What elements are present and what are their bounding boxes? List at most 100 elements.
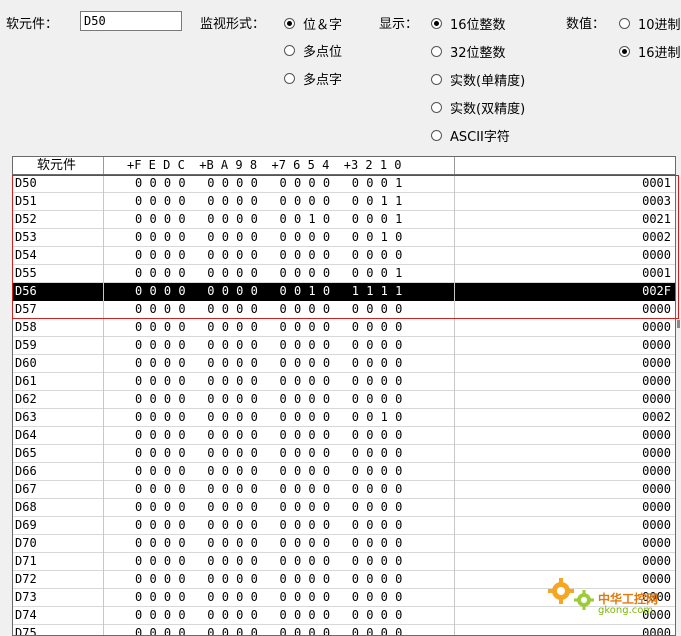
table-row[interactable]: D54 0 0 0 0 0 0 0 0 0 0 0 0 0 0 0 0 0000	[13, 247, 675, 265]
watermark-url: gkong.com	[598, 605, 654, 616]
cell-value: 0000	[642, 464, 671, 478]
cell-device-name: D56	[15, 284, 37, 298]
cell-bits: 0 0 0 0 0 0 0 0 0 0 0 0 0 0 0 0	[135, 248, 403, 262]
cell-device-name: D59	[15, 338, 37, 352]
table-row[interactable]: D67 0 0 0 0 0 0 0 0 0 0 0 0 0 0 0 0 0000	[13, 481, 675, 499]
device-monitor-table[interactable]: 软元件 +F E D C +B A 9 8 +7 6 5 4 +3 2 1 0 …	[12, 156, 676, 636]
gear-icon	[548, 578, 574, 604]
radio-circle[interactable]	[431, 130, 442, 141]
numeric-label: 数值：	[566, 17, 606, 32]
table-row[interactable]: D68 0 0 0 0 0 0 0 0 0 0 0 0 0 0 0 0 0000	[13, 499, 675, 517]
table-row[interactable]: D50 0 0 0 0 0 0 0 0 0 0 0 0 0 0 0 1 0001	[13, 175, 675, 193]
cell-device-name: D50	[15, 176, 37, 190]
cell-device-name: D52	[15, 212, 37, 226]
cell-bits: 0 0 0 0 0 0 0 0 0 0 1 0 0 0 0 1	[135, 212, 403, 226]
radio-numeric-decimal[interactable]: 10进制	[619, 14, 681, 33]
cell-bits: 0 0 0 0 0 0 0 0 0 0 0 0 0 0 0 1	[135, 266, 403, 280]
cell-value: 0003	[642, 194, 671, 208]
table-row[interactable]: D53 0 0 0 0 0 0 0 0 0 0 0 0 0 0 1 0 0002	[13, 229, 675, 247]
table-header: 软元件 +F E D C +B A 9 8 +7 6 5 4 +3 2 1 0	[13, 157, 675, 175]
cell-bits: 0 0 0 0 0 0 0 0 0 0 0 0 0 0 0 0	[135, 572, 403, 586]
cell-device-name: D53	[15, 230, 37, 244]
radio-circle[interactable]	[431, 46, 442, 57]
cell-value: 0000	[642, 536, 671, 550]
table-row[interactable]: D64 0 0 0 0 0 0 0 0 0 0 0 0 0 0 0 0 0000	[13, 427, 675, 445]
table-row[interactable]: D52 0 0 0 0 0 0 0 0 0 0 1 0 0 0 0 1 0021	[13, 211, 675, 229]
cell-device-name: D58	[15, 320, 37, 334]
cell-value: 0000	[642, 392, 671, 406]
scroll-marker	[677, 320, 680, 328]
cell-device-name: D57	[15, 302, 37, 316]
table-row[interactable]: D71 0 0 0 0 0 0 0 0 0 0 0 0 0 0 0 0 0000	[13, 553, 675, 571]
radio-label: 10进制	[638, 18, 681, 33]
header-bits: +F E D C +B A 9 8 +7 6 5 4 +3 2 1 0	[127, 158, 402, 172]
cell-value: 0000	[642, 446, 671, 460]
cell-device-name: D69	[15, 518, 37, 532]
radio-display-ascii[interactable]: ASCII字符	[431, 126, 510, 145]
radio-monitor-multi-word[interactable]: 多点字	[284, 69, 342, 88]
cell-value: 0000	[642, 248, 671, 262]
cell-bits: 0 0 0 0 0 0 0 0 0 0 0 0 0 0 1 0	[135, 410, 403, 424]
cell-bits: 0 0 0 0 0 0 0 0 0 0 0 0 0 0 0 0	[135, 374, 403, 388]
table-row[interactable]: D60 0 0 0 0 0 0 0 0 0 0 0 0 0 0 0 0 0000	[13, 355, 675, 373]
radio-label: 16进制	[638, 46, 681, 61]
radio-circle[interactable]	[431, 18, 442, 29]
radio-monitor-multi-bit[interactable]: 多点位	[284, 41, 342, 60]
radio-circle[interactable]	[284, 73, 295, 84]
table-row[interactable]: D61 0 0 0 0 0 0 0 0 0 0 0 0 0 0 0 0 0000	[13, 373, 675, 391]
device-label: 软元件：	[6, 17, 59, 32]
table-row[interactable]: D57 0 0 0 0 0 0 0 0 0 0 0 0 0 0 0 0 0000	[13, 301, 675, 319]
cell-device-name: D64	[15, 428, 37, 442]
cell-device-name: D60	[15, 356, 37, 370]
table-row[interactable]: D70 0 0 0 0 0 0 0 0 0 0 0 0 0 0 0 0 0000	[13, 535, 675, 553]
device-input[interactable]: D50	[80, 11, 182, 31]
cell-bits: 0 0 0 0 0 0 0 0 0 0 0 0 0 0 0 0	[135, 518, 403, 532]
table-row[interactable]: D51 0 0 0 0 0 0 0 0 0 0 0 0 0 0 1 1 0003	[13, 193, 675, 211]
cell-value: 0000	[642, 428, 671, 442]
table-row[interactable]: D72 0 0 0 0 0 0 0 0 0 0 0 0 0 0 0 0 0000	[13, 571, 675, 589]
cell-value: 0000	[642, 356, 671, 370]
table-row[interactable]: D62 0 0 0 0 0 0 0 0 0 0 0 0 0 0 0 0 0000	[13, 391, 675, 409]
table-row[interactable]: D59 0 0 0 0 0 0 0 0 0 0 0 0 0 0 0 0 0000	[13, 337, 675, 355]
table-row-selected[interactable]: D56 0 0 0 0 0 0 0 0 0 0 1 0 1 1 1 1 002F	[13, 283, 675, 301]
radio-circle[interactable]	[284, 18, 295, 29]
cell-device-name: D66	[15, 464, 37, 478]
table-row[interactable]: D65 0 0 0 0 0 0 0 0 0 0 0 0 0 0 0 0 0000	[13, 445, 675, 463]
table-row[interactable]: D63 0 0 0 0 0 0 0 0 0 0 0 0 0 0 1 0 0002	[13, 409, 675, 427]
radio-circle[interactable]	[619, 46, 630, 57]
cell-bits: 0 0 0 0 0 0 0 0 0 0 0 0 0 0 0 0	[135, 356, 403, 370]
radio-display-real-double[interactable]: 实数(双精度)	[431, 98, 525, 117]
radio-display-16bit[interactable]: 16位整数	[431, 14, 506, 33]
cell-device-name: D63	[15, 410, 37, 424]
cell-device-name: D72	[15, 572, 37, 586]
radio-display-real-single[interactable]: 实数(单精度)	[431, 70, 525, 89]
radio-label: 多点位	[303, 45, 343, 60]
radio-circle[interactable]	[284, 45, 295, 56]
cell-value: 0002	[642, 230, 671, 244]
table-row[interactable]: D69 0 0 0 0 0 0 0 0 0 0 0 0 0 0 0 0 0000	[13, 517, 675, 535]
cell-device-name: D68	[15, 500, 37, 514]
cell-bits: 0 0 0 0 0 0 0 0 0 0 0 0 0 0 0 0	[135, 320, 403, 334]
cell-bits: 0 0 0 0 0 0 0 0 0 0 0 0 0 0 0 0	[135, 464, 403, 478]
cell-bits: 0 0 0 0 0 0 0 0 0 0 0 0 0 0 0 0	[135, 338, 403, 352]
cell-value: 0000	[642, 572, 671, 586]
cell-value: 0001	[642, 266, 671, 280]
table-row[interactable]: D58 0 0 0 0 0 0 0 0 0 0 0 0 0 0 0 0 0000	[13, 319, 675, 337]
cell-device-name: D73	[15, 590, 37, 604]
radio-circle[interactable]	[619, 18, 630, 29]
cell-value: 0002	[642, 410, 671, 424]
column-divider	[103, 157, 104, 174]
radio-monitor-bit-word[interactable]: 位＆字	[284, 14, 342, 33]
cell-bits: 0 0 0 0 0 0 0 0 0 0 0 0 0 0 0 0	[135, 608, 403, 622]
radio-numeric-hex[interactable]: 16进制	[619, 42, 681, 61]
radio-label: 实数(单精度)	[450, 74, 526, 89]
radio-circle[interactable]	[431, 102, 442, 113]
cell-device-name: D71	[15, 554, 37, 568]
radio-display-32bit[interactable]: 32位整数	[431, 42, 506, 61]
table-row[interactable]: D55 0 0 0 0 0 0 0 0 0 0 0 0 0 0 0 1 0001	[13, 265, 675, 283]
cell-device-name: D67	[15, 482, 37, 496]
radio-circle[interactable]	[431, 74, 442, 85]
column-divider	[103, 175, 104, 635]
cell-bits: 0 0 0 0 0 0 0 0 0 0 0 0 0 0 0 0	[135, 500, 403, 514]
table-row[interactable]: D66 0 0 0 0 0 0 0 0 0 0 0 0 0 0 0 0 0000	[13, 463, 675, 481]
